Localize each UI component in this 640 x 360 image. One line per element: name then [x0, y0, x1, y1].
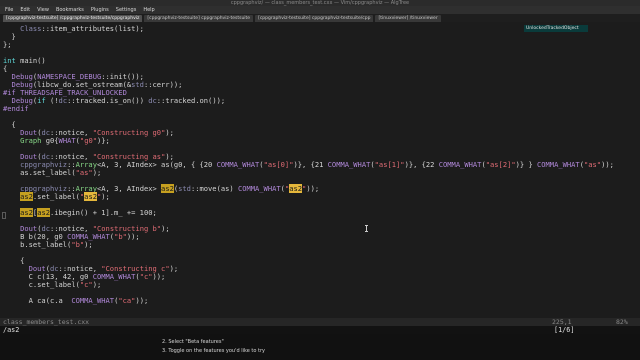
- status-position: 225,1: [552, 318, 572, 326]
- code-editor[interactable]: UnlockedTrackedObject Class::item_attrib…: [0, 22, 640, 318]
- status-percent: 82%: [616, 318, 628, 326]
- code-line[interactable]: Graph g0{WHAT("g0")};: [3, 137, 110, 145]
- hint-line: 3. Toggle on the features you'd like to …: [162, 348, 265, 354]
- menu-view[interactable]: View: [37, 6, 49, 14]
- tab-cppgraphviz-2[interactable]: [cppgraphviz-testsuite] cppgraphviz-test…: [144, 15, 254, 22]
- code-line[interactable]: b.set_label("b");: [3, 241, 93, 249]
- code-line[interactable]: #endif: [3, 105, 29, 113]
- menu-bar: File Edit View Bookmarks Plugins Setting…: [0, 6, 640, 14]
- code-line[interactable]: A ca(c.a COMMA_WHAT("ca"));: [3, 297, 149, 305]
- completion-popup[interactable]: UnlockedTrackedObject: [524, 25, 588, 32]
- tab-cppgraphviz-1[interactable]: [cppgraphviz-testsuite] /cppgraphviz-tes…: [3, 15, 143, 22]
- menu-help[interactable]: Help: [143, 6, 154, 14]
- bottom-panel: 2. Select "Beta features" 3. Toggle on t…: [0, 334, 640, 360]
- menu-file[interactable]: File: [5, 6, 13, 14]
- code-line[interactable]: c.set_label("c");: [3, 281, 102, 289]
- code-line[interactable]: Debug(if (!dc::tracked.is_on()) dc::trac…: [3, 97, 226, 105]
- menu-settings[interactable]: Settings: [116, 6, 137, 14]
- mouse-cursor-icon: [365, 225, 368, 232]
- code-line[interactable]: };: [3, 41, 12, 49]
- code-line[interactable]: Class::item_attributes(list);: [3, 25, 144, 33]
- status-filename: class_members_test.cxx: [3, 318, 90, 326]
- menu-plugins[interactable]: Plugins: [91, 6, 109, 14]
- code-line[interactable]: as2.set_label("as2");: [3, 192, 110, 201]
- tab-bar: [cppgraphviz-testsuite] /cppgraphviz-tes…: [0, 14, 640, 22]
- menu-edit[interactable]: Edit: [20, 6, 30, 14]
- search-match-count: [1/6]: [554, 326, 575, 334]
- hint-line: 2. Select "Beta features": [162, 339, 224, 345]
- tab-cppgraphviz-3[interactable]: [cppgraphviz-testsuite] cppgraphviz-test…: [255, 15, 374, 22]
- tab-tinuxviewer[interactable]: [tinuxviewer] /tinuxviewer: [375, 15, 441, 22]
- code-line[interactable]: as2[as2.ibegin() + 1].m_ += 100;: [3, 208, 157, 217]
- status-line: class_members_test.cxx 225,1 82%: [0, 318, 640, 326]
- search-command[interactable]: /as2: [3, 326, 19, 334]
- code-line[interactable]: int main(): [3, 57, 46, 65]
- command-line[interactable]: /as2 [1/6]: [0, 326, 640, 334]
- menu-bookmarks[interactable]: Bookmarks: [56, 6, 84, 14]
- code-line[interactable]: as.set_label("as");: [3, 169, 101, 177]
